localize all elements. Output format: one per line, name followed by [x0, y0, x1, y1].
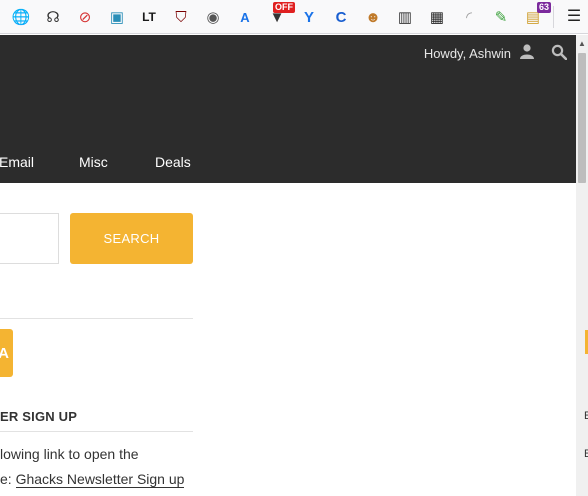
divider [0, 318, 193, 319]
divider [0, 431, 193, 432]
scroll-thumb[interactable] [578, 53, 586, 183]
scroll-up-arrow-icon[interactable]: ▲ [576, 35, 588, 51]
v-off-icon[interactable]: ▼ OFF [265, 2, 295, 29]
ghost-icon[interactable]: ◉ [201, 5, 225, 29]
nav-item-deals[interactable]: Deals [155, 154, 191, 170]
search-input[interactable] [0, 213, 59, 264]
user-greeting[interactable]: Howdy, Ashwin [424, 46, 511, 61]
toolbar-separator [553, 6, 554, 28]
fence-icon[interactable]: ▥ [393, 5, 417, 29]
promo-tile[interactable]: A [0, 329, 13, 377]
newsletter-text-prefix: e: [0, 471, 16, 487]
search-button[interactable]: SEARCH [70, 213, 193, 264]
site-header: Howdy, Ashwin Email Misc Deals [0, 35, 576, 183]
translate-icon[interactable]: A [233, 5, 257, 29]
pencil-icon[interactable]: ✎ [489, 5, 513, 29]
user-icon[interactable] [519, 43, 535, 64]
blocker-icon[interactable]: ⊘ [73, 5, 97, 29]
floppy-icon[interactable]: ▣ [105, 5, 129, 29]
newsletter-text: lowing link to open the [0, 446, 139, 462]
newsletter-heading: ER SIGN UP [0, 409, 78, 424]
user-script-icon[interactable]: ☊ [41, 5, 65, 29]
nav-item-email[interactable]: Email [0, 154, 34, 170]
face-icon[interactable]: ☻ [361, 5, 385, 29]
rss-icon[interactable]: ◜ [457, 5, 481, 29]
c-icon[interactable]: C [329, 5, 353, 29]
search-icon[interactable] [551, 44, 568, 65]
newsletter-signup-link[interactable]: Ghacks Newsletter Sign up [15, 471, 185, 488]
folder-badge-badge: 63 [536, 2, 551, 13]
hamburger-menu-icon[interactable]: ☰ [562, 5, 586, 29]
languagetool-icon[interactable]: LT [137, 5, 161, 29]
globe-icon[interactable]: 🌐 [9, 5, 33, 29]
clipped-text-fragment: E [584, 448, 588, 460]
extensions-toolbar: 🌐 ☊ ⊘ ▣ LT ⛉ ◉ A ▼ OFF Y C ☻ ▥ ▦ ◜ ✎ ▤ 63 ☰ [0, 0, 588, 34]
v-off-badge: OFF [273, 2, 295, 13]
shield-blue-icon[interactable]: Y [297, 5, 321, 29]
nav-item-misc[interactable]: Misc [79, 154, 108, 170]
page-scrollbar[interactable]: ▲ [576, 35, 588, 496]
folder-badge-icon[interactable]: ▤ 63 [521, 2, 551, 29]
newsletter-text-line2: e: Ghacks Newsletter Sign up [0, 471, 185, 488]
apps-grid-icon[interactable]: ▦ [425, 5, 449, 29]
ublock-icon[interactable]: ⛉ [169, 5, 193, 29]
clipped-heading-fragment: E [584, 410, 588, 422]
